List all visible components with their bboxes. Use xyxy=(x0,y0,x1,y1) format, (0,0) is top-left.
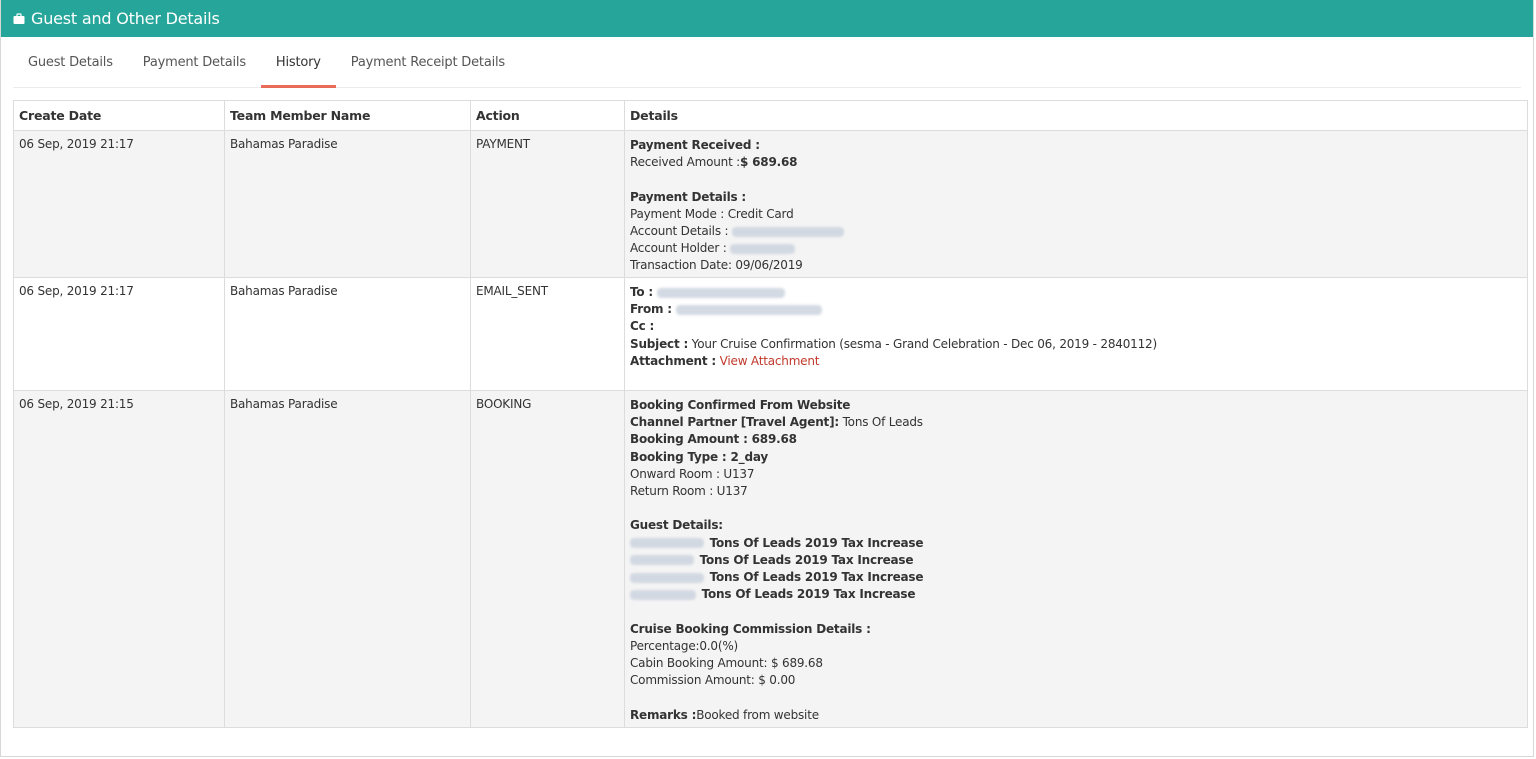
guest-suffix: Tons Of Leads 2019 Tax Increase xyxy=(709,535,924,550)
account-holder-label: Account Holder : xyxy=(630,241,727,256)
redacted-guest-name xyxy=(630,589,696,600)
channel-partner-label: Channel Partner [Travel Agent]: xyxy=(630,415,839,430)
tab-payment-receipt-details[interactable]: Payment Receipt Details xyxy=(336,37,520,87)
redacted-account-number xyxy=(731,226,844,237)
onward-room: Onward Room : U137 xyxy=(630,466,755,481)
details-cell: To : From : Cc : Subject : Your Cruise C… xyxy=(624,277,1528,391)
column-header-create-date: Create Date xyxy=(13,100,225,131)
subject-value: Your Cruise Confirmation (sesma - Grand … xyxy=(688,336,1157,351)
transaction-date: Transaction Date: 09/06/2019 xyxy=(630,258,803,273)
redacted-to-email xyxy=(656,287,785,298)
commission-label: Cruise Booking Commission Details : xyxy=(630,621,871,636)
panel-header: Guest and Other Details xyxy=(1,0,1533,37)
history-table: Create Date Team Member Name Action Deta… xyxy=(13,100,1528,728)
tab-guest-details[interactable]: Guest Details xyxy=(13,37,128,87)
guest-item: Tons Of Leads 2019 Tax Increase xyxy=(630,552,1522,569)
column-header-details: Details xyxy=(624,100,1528,131)
tab-payment-details[interactable]: Payment Details xyxy=(128,37,261,87)
guest-item: Tons Of Leads 2019 Tax Increase xyxy=(630,569,1522,586)
redacted-guest-name xyxy=(630,555,694,566)
guest-suffix: Tons Of Leads 2019 Tax Increase xyxy=(709,570,924,585)
table-row: 06 Sep, 2019 21:17 Bahamas Paradise PAYM… xyxy=(13,130,1528,278)
subject-label: Subject : xyxy=(630,336,689,351)
team-member-cell: Bahamas Paradise xyxy=(224,130,471,278)
column-header-action: Action xyxy=(470,100,625,131)
column-header-team-member: Team Member Name xyxy=(224,100,471,131)
action-cell: BOOKING xyxy=(470,390,625,728)
cabin-booking-amount: Cabin Booking Amount: $ 689.68 xyxy=(630,656,823,671)
payment-mode: Payment Mode : Credit Card xyxy=(630,206,794,221)
guest-suffix: Tons Of Leads 2019 Tax Increase xyxy=(699,552,914,567)
remarks-value: Booked from website xyxy=(696,707,819,722)
attachment-label: Attachment : xyxy=(630,353,717,368)
panel-title: Guest and Other Details xyxy=(31,9,220,28)
guest-details-label: Guest Details: xyxy=(630,518,723,533)
booking-type: Booking Type : 2_day xyxy=(630,449,768,464)
tab-bar: Guest Details Payment Details History Pa… xyxy=(13,37,1521,88)
details-cell: Payment Received : Received Amount :$ 68… xyxy=(624,130,1528,278)
return-room: Return Room : U137 xyxy=(630,484,748,499)
guest-item: Tons Of Leads 2019 Tax Increase xyxy=(630,586,1522,603)
guest-details-panel: Guest and Other Details Guest Details Pa… xyxy=(0,0,1534,757)
received-amount-value: $ 689.68 xyxy=(740,155,798,170)
booking-amount: Booking Amount : 689.68 xyxy=(630,432,797,447)
redacted-guest-name xyxy=(630,572,704,583)
create-date-cell: 06 Sep, 2019 21:17 xyxy=(13,130,225,278)
redacted-from-email xyxy=(675,304,822,315)
create-date-cell: 06 Sep, 2019 21:17 xyxy=(13,277,225,391)
payment-received-label: Payment Received : xyxy=(630,138,760,152)
guest-suffix: Tons Of Leads 2019 Tax Increase xyxy=(701,587,916,602)
table-header-row: Create Date Team Member Name Action Deta… xyxy=(13,100,1528,131)
action-cell: EMAIL_SENT xyxy=(470,277,625,391)
team-member-cell: Bahamas Paradise xyxy=(224,277,471,391)
view-attachment-link[interactable]: View Attachment xyxy=(720,354,820,368)
commission-percentage: Percentage:0.0(%) xyxy=(630,638,738,653)
redacted-account-holder xyxy=(730,243,796,254)
action-cell: PAYMENT xyxy=(470,130,625,278)
briefcase-icon xyxy=(13,12,25,25)
team-member-cell: Bahamas Paradise xyxy=(224,390,471,728)
from-label: From : xyxy=(630,302,672,317)
create-date-cell: 06 Sep, 2019 21:15 xyxy=(13,390,225,728)
payment-details-label: Payment Details : xyxy=(630,189,747,204)
redacted-guest-name xyxy=(630,538,704,549)
cc-label: Cc : xyxy=(630,319,655,334)
remarks-label: Remarks : xyxy=(630,707,697,722)
account-details-label: Account Details : xyxy=(630,224,729,238)
booking-confirmed: Booking Confirmed From Website xyxy=(630,398,851,412)
tab-history[interactable]: History xyxy=(260,37,336,88)
guest-item: Tons Of Leads 2019 Tax Increase xyxy=(630,535,1522,552)
commission-amount: Commission Amount: $ 0.00 xyxy=(630,673,796,688)
to-label: To : xyxy=(630,285,654,299)
table-row: 06 Sep, 2019 21:17 Bahamas Paradise EMAI… xyxy=(13,277,1528,391)
channel-partner-value: Tons Of Leads xyxy=(838,415,923,430)
received-amount-label: Received Amount : xyxy=(630,155,741,170)
details-cell: Booking Confirmed From Website Channel P… xyxy=(624,390,1528,728)
table-row: 06 Sep, 2019 21:15 Bahamas Paradise BOOK… xyxy=(13,390,1528,728)
